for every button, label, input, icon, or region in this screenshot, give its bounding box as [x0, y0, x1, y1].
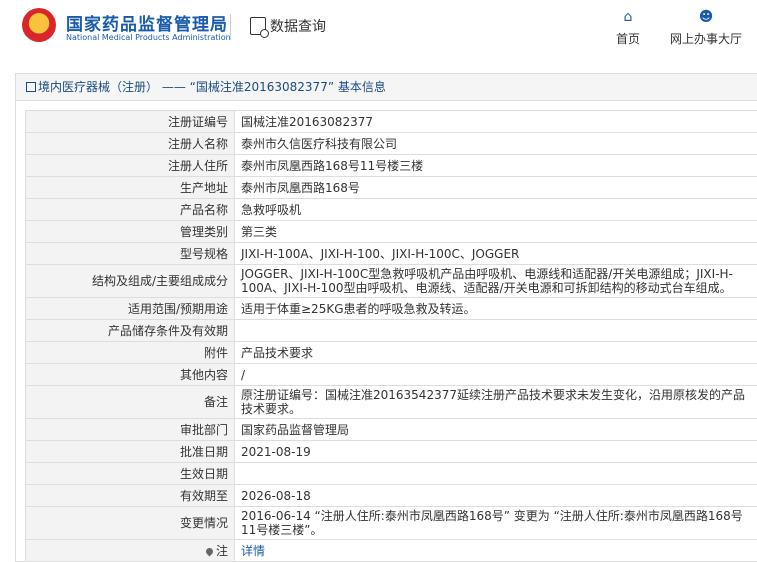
breadcrumb: 境内医疗器械（注册） —— “国械注准20163082377” 基本信息 — [16, 74, 757, 101]
table-row: 管理类别 第三类 — [25, 220, 757, 243]
row-value — [234, 462, 757, 485]
row-label: 结构及组成/主要组成成分 — [25, 264, 235, 298]
row-value: 急救呼吸机 — [234, 198, 757, 221]
table-row: 变更情况 2016-06-14 “注册人住所:泰州市凤凰西路168号” 变更为 “… — [25, 506, 757, 540]
row-value: 国械注准20163082377 — [234, 110, 757, 133]
row-value: 详情 — [234, 539, 757, 562]
row-label: 注册人住所 — [25, 154, 235, 177]
row-label: 其他内容 — [25, 363, 235, 386]
row-label: 产品名称 — [25, 198, 235, 221]
row-value: JIXI-H-100A、JIXI-H-100、JIXI-H-100C、JOGGE… — [234, 242, 757, 265]
row-label: 适用范围/预期用途 — [25, 297, 235, 320]
table-row: 注册人名称 泰州市久信医疗科技有限公司 — [25, 132, 757, 155]
breadcrumb-text: 境内医疗器械（注册） —— “国械注准20163082377” 基本信息 — [38, 80, 386, 94]
row-label: 生效日期 — [25, 462, 235, 485]
row-label: 注册人名称 — [25, 132, 235, 155]
row-label: 生产地址 — [25, 176, 235, 199]
info-table: 注册证编号 国械注准20163082377 注册人名称 泰州市久信医疗科技有限公司 注册… — [25, 110, 757, 562]
home-icon: ⌂ — [623, 9, 633, 25]
table-row: 附件 产品技术要求 — [25, 341, 757, 364]
row-label: 型号规格 — [25, 242, 235, 265]
header-divider — [230, 14, 231, 40]
data-query-label: 数据查询 — [270, 19, 326, 35]
row-label: 审批部门 — [25, 418, 235, 441]
row-value: JOGGER、JIXI-H-100C型急救呼吸机产品由呼吸机、电源线和适配器/开… — [234, 264, 757, 298]
table-row: 有效期至 2026-08-18 — [25, 484, 757, 507]
table-row: 产品储存条件及有效期 — [25, 319, 757, 342]
table-row: 其他内容 / — [25, 363, 757, 386]
row-value: 泰州市凤凰西路168号11号楼三楼 — [234, 154, 757, 177]
row-label: 附件 — [25, 341, 235, 364]
row-label: 备注 — [25, 385, 235, 419]
row-value: 2021-08-19 — [234, 440, 757, 463]
details-link[interactable]: 详情 — [241, 544, 265, 558]
site-subtitle: National Medical Products Administration — [66, 33, 231, 42]
table-row: 注册人住所 泰州市凤凰西路168号11号楼三楼 — [25, 154, 757, 177]
document-search-icon — [250, 17, 269, 38]
site-title[interactable]: 国家药品监督管理局 — [66, 10, 228, 35]
row-value — [234, 319, 757, 342]
row-label: 注 — [25, 539, 235, 562]
row-value: 2016-06-14 “注册人住所:泰州市凤凰西路168号” 变更为 “注册人住… — [234, 506, 757, 540]
table-row: 注 详情 — [25, 539, 757, 562]
nav-home-label: 首页 — [615, 32, 640, 46]
row-label: 产品储存条件及有效期 — [25, 319, 235, 342]
nav-online-service-hall[interactable]: ☻ 网上办事大厅 — [666, 10, 746, 47]
row-value: 2026-08-18 — [234, 484, 757, 507]
table-row: 批准日期 2021-08-19 — [25, 440, 757, 463]
row-value: 产品技术要求 — [234, 341, 757, 364]
pin-icon — [204, 546, 215, 556]
table-row: 审批部门 国家药品监督管理局 — [25, 418, 757, 441]
row-value: 第三类 — [234, 220, 757, 243]
national-emblem-icon — [22, 8, 56, 42]
row-label: 管理类别 — [25, 220, 235, 243]
table-row: 生产地址 泰州市凤凰西路168号 — [25, 176, 757, 199]
detail-panel: 境内医疗器械（注册） —— “国械注准20163082377” 基本信息 注册证… — [15, 73, 757, 562]
row-value: 泰州市久信医疗科技有限公司 — [234, 132, 757, 155]
table-row: 适用范围/预期用途 适用于体重≥25KG患者的呼吸急救及转运。 — [25, 297, 757, 320]
table-row: 型号规格 JIXI-H-100A、JIXI-H-100、JIXI-H-100C、J… — [25, 242, 757, 265]
document-icon — [26, 82, 36, 92]
row-label: 有效期至 — [25, 484, 235, 507]
row-label: 变更情况 — [25, 506, 235, 540]
row-label: 批准日期 — [25, 440, 235, 463]
table-row: 注册证编号 国械注准20163082377 — [25, 110, 757, 133]
data-query-link[interactable]: 数据查询 — [250, 16, 326, 38]
note-label: 注 — [215, 543, 228, 558]
row-value: 泰州市凤凰西路168号 — [234, 176, 757, 199]
user-icon: ☻ — [698, 9, 714, 25]
nav-hall-label: 网上办事大厅 — [669, 32, 742, 46]
row-value: 适用于体重≥25KG患者的呼吸急救及转运。 — [234, 297, 757, 320]
table-row: 产品名称 急救呼吸机 — [25, 198, 757, 221]
row-value: / — [234, 363, 757, 386]
site-header: 国家药品监督管理局 National Medical Products Admi… — [0, 0, 757, 60]
table-row: 结构及组成/主要组成成分 JOGGER、JIXI-H-100C型急救呼吸机产品由呼… — [25, 264, 757, 298]
nav-home[interactable]: ⌂ 首页 — [613, 10, 643, 47]
table-row: 备注 原注册证编号：国械注准20163542377延续注册产品技术要求未发生变化，… — [25, 385, 757, 419]
table-row: 生效日期 — [25, 462, 757, 485]
row-value: 原注册证编号：国械注准20163542377延续注册产品技术要求未发生变化，沿用… — [234, 385, 757, 419]
row-label: 注册证编号 — [25, 110, 235, 133]
row-value: 国家药品监督管理局 — [234, 418, 757, 441]
